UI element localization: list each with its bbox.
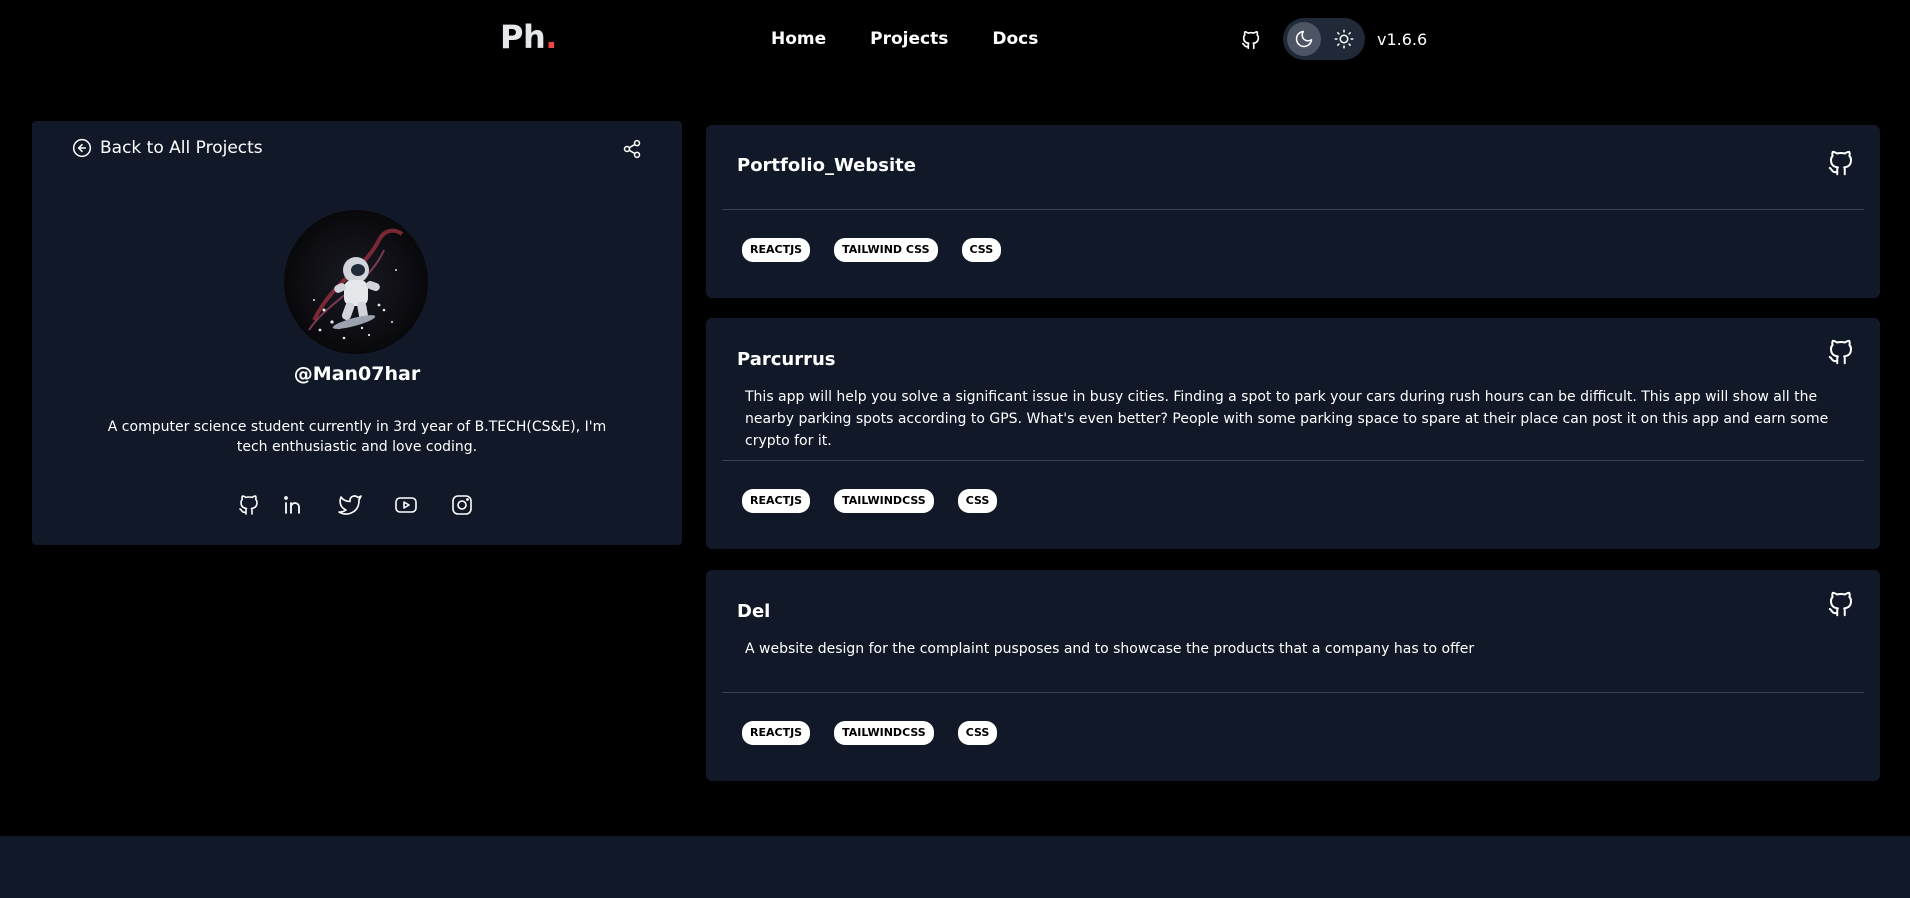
project-description: A website design for the complaint puspo…: [745, 641, 1475, 657]
social-links: [232, 491, 490, 519]
arrow-left-circle-icon: [72, 138, 92, 158]
nav-projects[interactable]: Projects: [870, 29, 948, 49]
profile-username: @Man07har: [293, 363, 421, 385]
main-nav: Home Projects Docs: [771, 29, 1038, 49]
github-icon: [239, 495, 258, 515]
nav-home[interactable]: Home: [771, 29, 826, 49]
light-mode-button[interactable]: [1327, 22, 1361, 56]
moon-icon: [1295, 30, 1313, 48]
linkedin-icon: [284, 496, 300, 514]
top-navbar: Ph. Home Projects Docs v1.6.6: [0, 0, 1910, 80]
tech-tag: REACTJS: [742, 238, 811, 262]
project-card: Del A website design for the complaint p…: [706, 570, 1880, 781]
share-icon[interactable]: [622, 138, 642, 160]
dark-mode-button[interactable]: [1287, 22, 1321, 56]
tech-tag: REACTJS: [742, 721, 811, 745]
github-icon[interactable]: [1240, 29, 1262, 51]
version-label: v1.6.6: [1377, 30, 1428, 49]
astronaut-avatar-image: [284, 210, 428, 354]
tech-tag: TAILWINDCSS: [834, 489, 934, 513]
avatar: [284, 210, 428, 354]
instagram-icon: [452, 495, 472, 515]
theme-toggle[interactable]: [1283, 18, 1365, 60]
back-to-projects-link[interactable]: Back to All Projects: [72, 138, 263, 158]
profile-bio: A computer science student currently in …: [107, 419, 607, 455]
social-youtube-link[interactable]: [378, 491, 434, 519]
github-icon[interactable]: [1826, 336, 1856, 368]
tech-tag: CSS: [961, 238, 1002, 262]
back-link-label: Back to All Projects: [100, 138, 263, 158]
social-github-link[interactable]: [232, 491, 266, 519]
sun-icon: [1334, 29, 1354, 49]
nav-docs[interactable]: Docs: [992, 29, 1038, 49]
youtube-icon: [395, 497, 417, 513]
tech-tag: REACTJS: [742, 489, 811, 513]
tech-tag: TAILWIND CSS: [834, 238, 938, 262]
project-card: Parcurrus This app will help you solve a…: [706, 318, 1880, 549]
project-title[interactable]: Portfolio_Website: [737, 155, 916, 176]
logo-text: Ph: [500, 18, 546, 56]
social-linkedin-link[interactable]: [266, 491, 322, 519]
project-card: Portfolio_Website REACTJS TAILWIND CSS C…: [706, 125, 1880, 298]
page-footer: [0, 836, 1910, 898]
tech-tag: CSS: [957, 721, 998, 745]
social-twitter-link[interactable]: [322, 491, 378, 519]
github-icon[interactable]: [1826, 147, 1856, 179]
social-instagram-link[interactable]: [434, 491, 490, 519]
tech-tag: TAILWINDCSS: [834, 721, 934, 745]
tag-list: REACTJS TAILWINDCSS CSS: [742, 721, 998, 745]
project-title[interactable]: Del: [737, 601, 770, 622]
project-title[interactable]: Parcurrus: [737, 349, 836, 370]
card-divider: [722, 460, 1864, 461]
site-logo[interactable]: Ph.: [500, 18, 557, 56]
card-divider: [722, 209, 1864, 210]
profile-card: Back to All Projects @Man07har A compute…: [32, 121, 682, 545]
twitter-icon: [338, 495, 362, 515]
github-icon[interactable]: [1826, 588, 1856, 620]
project-description: This app will help you solve a significa…: [745, 389, 1829, 449]
card-divider: [722, 692, 1864, 693]
logo-dot: .: [545, 18, 557, 56]
tech-tag: CSS: [957, 489, 998, 513]
tag-list: REACTJS TAILWIND CSS CSS: [742, 238, 1002, 262]
tag-list: REACTJS TAILWINDCSS CSS: [742, 489, 998, 513]
